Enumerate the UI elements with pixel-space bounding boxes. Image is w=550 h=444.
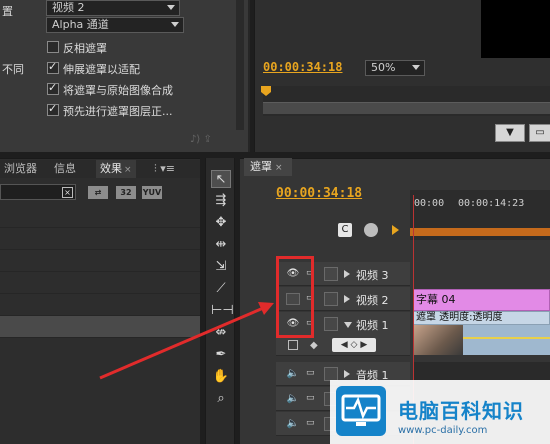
annotation-arrow (99, 302, 274, 380)
monitor-pulse-icon (341, 394, 381, 426)
annotation-highlight-box (276, 256, 314, 338)
watermark-logo (336, 386, 386, 436)
watermark-title: 电脑百科知识 (398, 399, 524, 423)
watermark-url: www.pc-daily.com (398, 425, 488, 436)
